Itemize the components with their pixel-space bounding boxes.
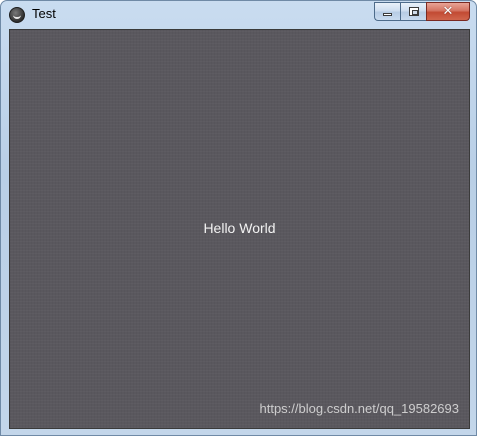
close-icon: ✕	[442, 4, 454, 19]
minimize-button[interactable]	[374, 2, 400, 21]
maximize-icon	[409, 7, 419, 16]
watermark-text: https://blog.csdn.net/qq_19582693	[259, 401, 460, 416]
minimize-icon	[383, 13, 392, 16]
title-bar[interactable]: Test ✕	[1, 1, 476, 29]
window-title: Test	[32, 6, 56, 21]
caption-buttons: ✕	[374, 2, 470, 21]
app-window: Test ✕ Hello World https://blog.csdn.net…	[0, 0, 477, 436]
hello-world-label: Hello World	[203, 220, 276, 236]
maximize-button[interactable]	[400, 2, 426, 21]
app-canvas[interactable]: Hello World https://blog.csdn.net/qq_195…	[9, 29, 470, 429]
kivy-logo-icon[interactable]	[9, 7, 25, 23]
close-button[interactable]: ✕	[426, 2, 470, 21]
